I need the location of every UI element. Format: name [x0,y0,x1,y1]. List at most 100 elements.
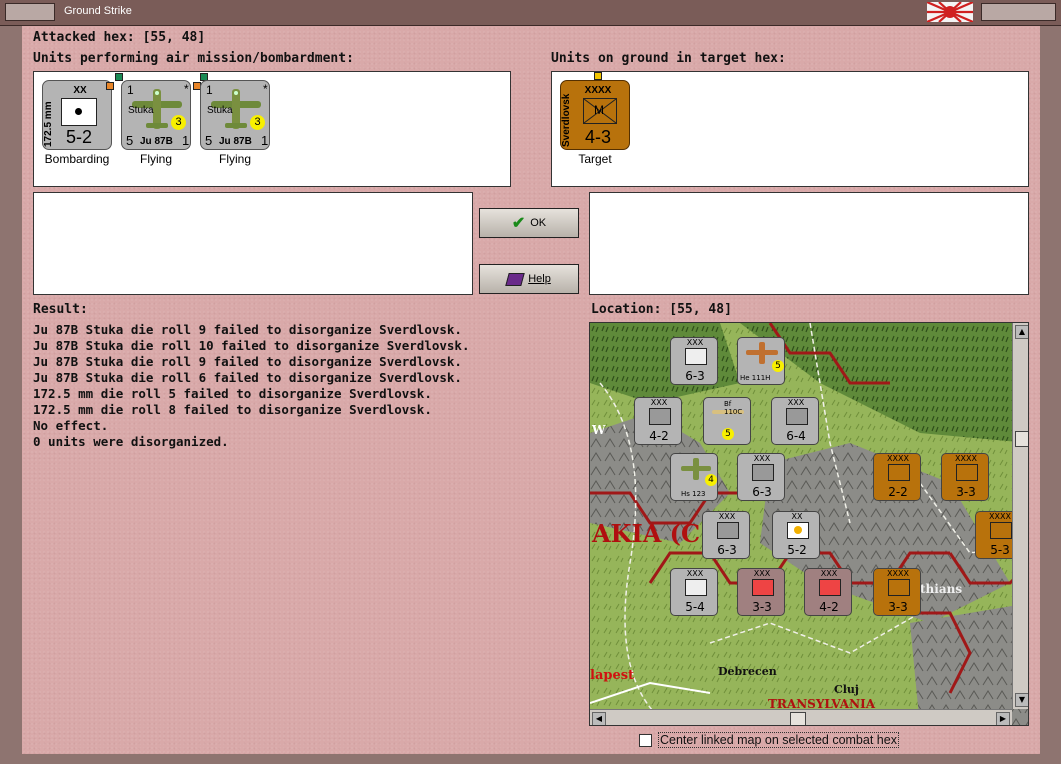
infantry-symbol-icon [685,579,707,596]
window-controls[interactable] [981,3,1056,21]
unit-size: XX [73,85,87,96]
aircraft-counter[interactable]: 1 * Stuka 3 5 Ju 87B 1 [121,80,191,150]
help-book-icon [505,272,525,286]
map-unit-counter[interactable]: XXX 6-3 [737,453,785,501]
left-info-panel [33,192,473,295]
map-unit-counter[interactable]: XXX 3-3 [737,568,785,616]
unit-strength: 5-2 [65,127,92,147]
counter-strength: 3-3 [752,600,772,614]
ground-units-panel: Sverdlovsk XXXX M 4-3 Target [551,71,1029,187]
result-line: 172.5 mm die roll 8 failed to disorganiz… [33,402,432,417]
aircraft-badge: 3 [250,115,265,130]
unit-role-label: Flying [218,152,251,166]
result-line: 0 units were disorganized. [33,434,229,449]
map-label-city: Cluj [834,683,859,696]
unit-role-label: Flying [139,152,172,166]
map-unit-counter[interactable]: XXX 4-2 [804,568,852,616]
map-unit-counter[interactable]: XXX 6-3 [702,511,750,559]
center-map-checkbox-row[interactable]: Center linked map on selected combat hex [639,732,899,748]
map-unit-counter[interactable]: XXX 6-4 [771,397,819,445]
map-vertical-scrollbar[interactable]: ▲ ▼ [1012,323,1028,709]
ok-label: OK [530,217,547,229]
map-air-counter[interactable]: 5 He 111H [737,337,785,385]
right-border [1040,26,1061,764]
infantry-symbol-icon [990,522,1012,539]
counter-size: XXX [686,338,704,347]
aircraft-model: Ju 87B [219,136,252,147]
horizontal-scroll-thumb[interactable] [790,712,806,725]
right-info-panel [589,192,1029,295]
location-label: Location: [591,302,662,317]
aircraft-model: Hs 123 [681,490,706,498]
map-label-mountains: thians [920,582,963,596]
infantry-symbol-icon [752,464,774,481]
selected-artillery-counter[interactable]: XX 5-2 [772,511,820,559]
counter-strength: 5-2 [787,543,807,557]
infantry-symbol-icon [685,348,707,365]
unit-role-label: Target [578,152,612,166]
infantry-symbol-icon [752,579,774,596]
scroll-right-arrow-icon[interactable]: ▶ [996,712,1010,725]
map-army-counter[interactable]: XXXX 2-2 [873,453,921,501]
counter-size: XXXX [955,454,977,463]
unit-size: XXXX [584,85,612,96]
map-army-counter[interactable]: XXXX 3-3 [873,568,921,616]
unit-bottom-right-value: 1 [182,133,190,148]
unit-bottom-right-value: 1 [261,133,269,148]
center-map-checkbox-label[interactable]: Center linked map on selected combat hex [658,732,899,748]
attacked-hex-value: [55, 48] [142,30,206,45]
aircraft-counter[interactable]: 1 * Stuka 3 5 Ju 87B 1 [200,80,270,150]
result-list: Ju 87B Stuka die roll 9 failed to disorg… [33,322,470,450]
map-unit-counter[interactable]: XXX 4-2 [634,397,682,445]
ground-units-label: Units on ground in target hex: [551,51,786,66]
counter-size: XXX [718,512,736,521]
map-air-counter[interactable]: 4 Hs 123 [670,453,718,501]
mechanized-symbol-icon [649,408,671,425]
counter-strength: 5-4 [685,600,705,614]
title-bar[interactable]: Ground Strike [0,0,1061,26]
ok-button[interactable]: ✔ OK [479,208,579,238]
scroll-left-arrow-icon[interactable]: ◀ [592,712,606,725]
aircraft-badge: 4 [705,474,717,486]
window-title: Ground Strike [64,5,132,17]
result-line: Ju 87B Stuka die roll 10 failed to disor… [33,338,470,353]
counter-size: XXXX [887,454,909,463]
location-map[interactable]: AKIA (C thians lapest Debrecen Cluj TRAN… [589,322,1029,726]
map-army-counter[interactable]: XXXX 3-3 [941,453,989,501]
aircraft-model: He 111H [740,374,771,382]
map-unit-counter[interactable]: XXX 6-3 [670,337,718,385]
army-counter[interactable]: Sverdlovsk XXXX M 4-3 [560,80,630,150]
aircraft-badge: 3 [171,115,186,130]
help-button[interactable]: Help [479,264,579,294]
infantry-symbol-icon [717,522,739,539]
location-row: Location: [55, 48] [591,302,732,317]
result-label: Result: [33,302,88,317]
unit-side-label: Sverdlovsk [561,93,572,147]
artillery-counter[interactable]: 172.5 mm XX 5-2 [42,80,112,150]
map-unit-counter[interactable]: XXX 5-4 [670,568,718,616]
vertical-scroll-thumb[interactable] [1015,431,1028,447]
unit-top-left-value: 1 [206,83,213,97]
map-air-counter[interactable]: Bf 110C 5 [703,397,751,445]
map-label-region: AKIA (C [592,519,701,548]
location-value: [55, 48] [669,302,732,317]
center-map-checkbox[interactable] [639,733,652,747]
counter-size: XXX [650,398,668,407]
unit-mark: * [184,82,189,96]
scroll-up-arrow-icon[interactable]: ▲ [1015,325,1028,339]
aircraft-badge: 5 [772,360,784,372]
status-marker-icon [106,82,114,90]
map-label-city: W [592,423,606,437]
map-horizontal-scrollbar[interactable]: ◀ ▶ [590,709,1012,725]
unit-role-label: Bombarding [44,152,110,166]
result-line: Ju 87B Stuka die roll 9 failed to disorg… [33,322,462,337]
unit-side-label: 172.5 mm [43,101,54,147]
result-line: Ju 87B Stuka die roll 9 failed to disorg… [33,354,462,369]
counter-strength: 4-2 [819,600,839,614]
scroll-down-arrow-icon[interactable]: ▼ [1015,693,1028,707]
counter-strength: 6-3 [685,369,705,383]
attacked-hex-row: Attacked hex: [55, 48] [33,30,205,45]
system-menu-button[interactable] [5,3,55,21]
unit-symbol-letter: M [594,103,604,117]
unit-top-left-value: 1 [127,83,134,97]
